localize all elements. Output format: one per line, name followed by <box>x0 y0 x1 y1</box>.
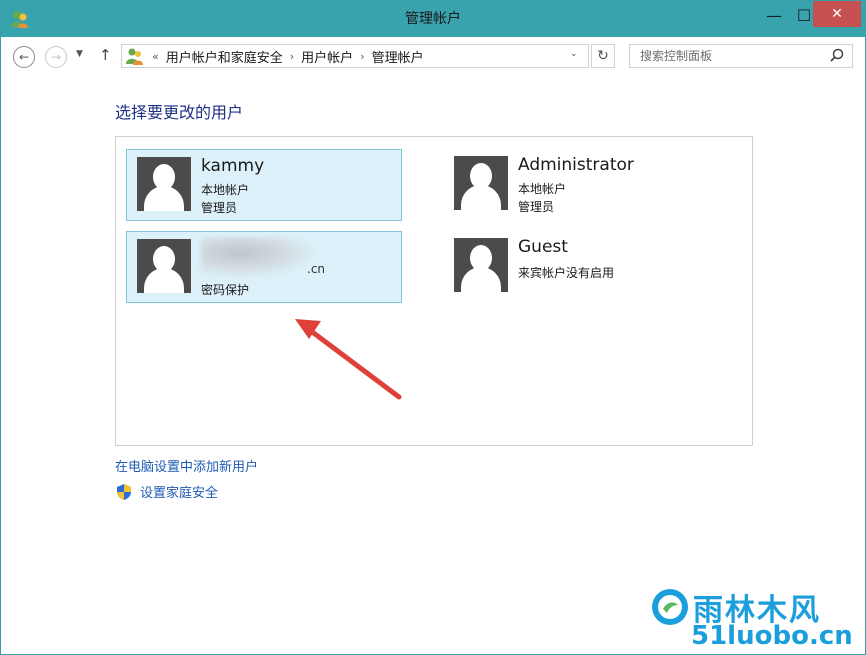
family-safety-label: 设置家庭安全 <box>140 486 219 501</box>
forward-button[interactable]: → <box>45 46 67 68</box>
arrow-left-icon: ← <box>18 50 30 64</box>
title-bar[interactable]: 管理帐户 — ☐ ✕ <box>1 1 865 37</box>
arrow-up-icon: ↑ <box>99 46 112 64</box>
user-tile-guest[interactable]: Guest 来宾帐户没有启用 <box>444 231 720 303</box>
refresh-icon: ↻ <box>597 48 609 64</box>
search-icon[interactable] <box>830 48 844 62</box>
user-list-panel: kammy 本地帐户 管理员 Administrator 本地帐户 管理员 .c… <box>115 136 753 446</box>
control-panel-window: 管理帐户 — ☐ ✕ ← → ▼ ↑ « 用户帐户和家庭安全 › 用户帐户 › … <box>0 0 866 655</box>
user-avatar-icon <box>454 156 508 210</box>
up-button[interactable]: ↑ <box>99 46 112 64</box>
minimize-icon: — <box>766 5 782 25</box>
breadcrumb-separator[interactable]: › <box>290 50 294 63</box>
breadcrumb-separator[interactable]: › <box>360 50 364 63</box>
annotation-arrow-icon <box>295 319 402 400</box>
uac-shield-icon <box>117 483 131 500</box>
maximize-icon: ☐ <box>796 5 812 25</box>
watermark: 雨林木风 51luobo.cn <box>649 585 865 655</box>
user-tile-microsoft-account[interactable]: .cn 密码保护 <box>126 231 402 303</box>
page-title: 选择要更改的用户 <box>115 103 244 122</box>
user-tile-administrator[interactable]: Administrator 本地帐户 管理员 <box>444 149 720 221</box>
redacted-user-name <box>201 237 313 277</box>
search-placeholder: 搜索控制面板 <box>640 49 713 63</box>
arrow-right-icon: → <box>50 50 62 64</box>
user-avatar-icon <box>454 238 508 292</box>
breadcrumb-user-accounts[interactable]: 用户帐户 <box>301 47 353 66</box>
account-type: 本地帐户 <box>518 182 567 196</box>
user-tile-kammy[interactable]: kammy 本地帐户 管理员 <box>126 149 402 221</box>
search-input[interactable]: 搜索控制面板 <box>629 44 853 68</box>
breadcrumb-family-safety[interactable]: 用户帐户和家庭安全 <box>166 47 283 66</box>
address-bar[interactable]: « 用户帐户和家庭安全 › 用户帐户 › 管理帐户 ⌄ <box>121 44 589 68</box>
account-email-suffix: .cn <box>307 262 326 276</box>
refresh-button[interactable]: ↻ <box>591 44 615 68</box>
user-avatar-icon <box>137 157 191 211</box>
account-status: 来宾帐户没有启用 <box>518 266 615 280</box>
user-accounts-icon <box>126 48 143 65</box>
minimize-button[interactable]: — <box>757 1 791 29</box>
family-safety-link[interactable]: 设置家庭安全 <box>115 482 218 501</box>
close-button[interactable]: ✕ <box>813 1 861 27</box>
chevron-down-icon: ⌄ <box>570 49 578 59</box>
user-name: Administrator <box>518 155 634 175</box>
breadcrumb-manage-accounts[interactable]: 管理帐户 <box>372 47 424 66</box>
address-dropdown-button[interactable]: ⌄ <box>570 49 578 59</box>
account-type: 本地帐户 <box>201 183 250 197</box>
overflow-crumb[interactable]: « <box>152 50 159 63</box>
watermark-en-text: 51luobo.cn <box>691 621 853 651</box>
navigation-bar: ← → ▼ ↑ « 用户帐户和家庭安全 › 用户帐户 › 管理帐户 ⌄ ↻ 搜索… <box>1 37 865 75</box>
back-button[interactable]: ← <box>13 46 35 68</box>
watermark-logo-icon <box>652 589 688 625</box>
account-status: 密码保护 <box>201 283 250 297</box>
account-role: 管理员 <box>518 200 555 214</box>
account-role: 管理员 <box>201 201 238 215</box>
recent-locations-button[interactable]: ▼ <box>76 49 83 59</box>
close-icon: ✕ <box>831 6 843 22</box>
user-name: kammy <box>201 156 265 176</box>
window-title: 管理帐户 <box>405 11 461 27</box>
user-avatar-icon <box>137 239 191 293</box>
add-user-link[interactable]: 在电脑设置中添加新用户 <box>115 456 258 475</box>
chevron-down-icon: ▼ <box>76 49 83 59</box>
user-name: Guest <box>518 237 568 257</box>
